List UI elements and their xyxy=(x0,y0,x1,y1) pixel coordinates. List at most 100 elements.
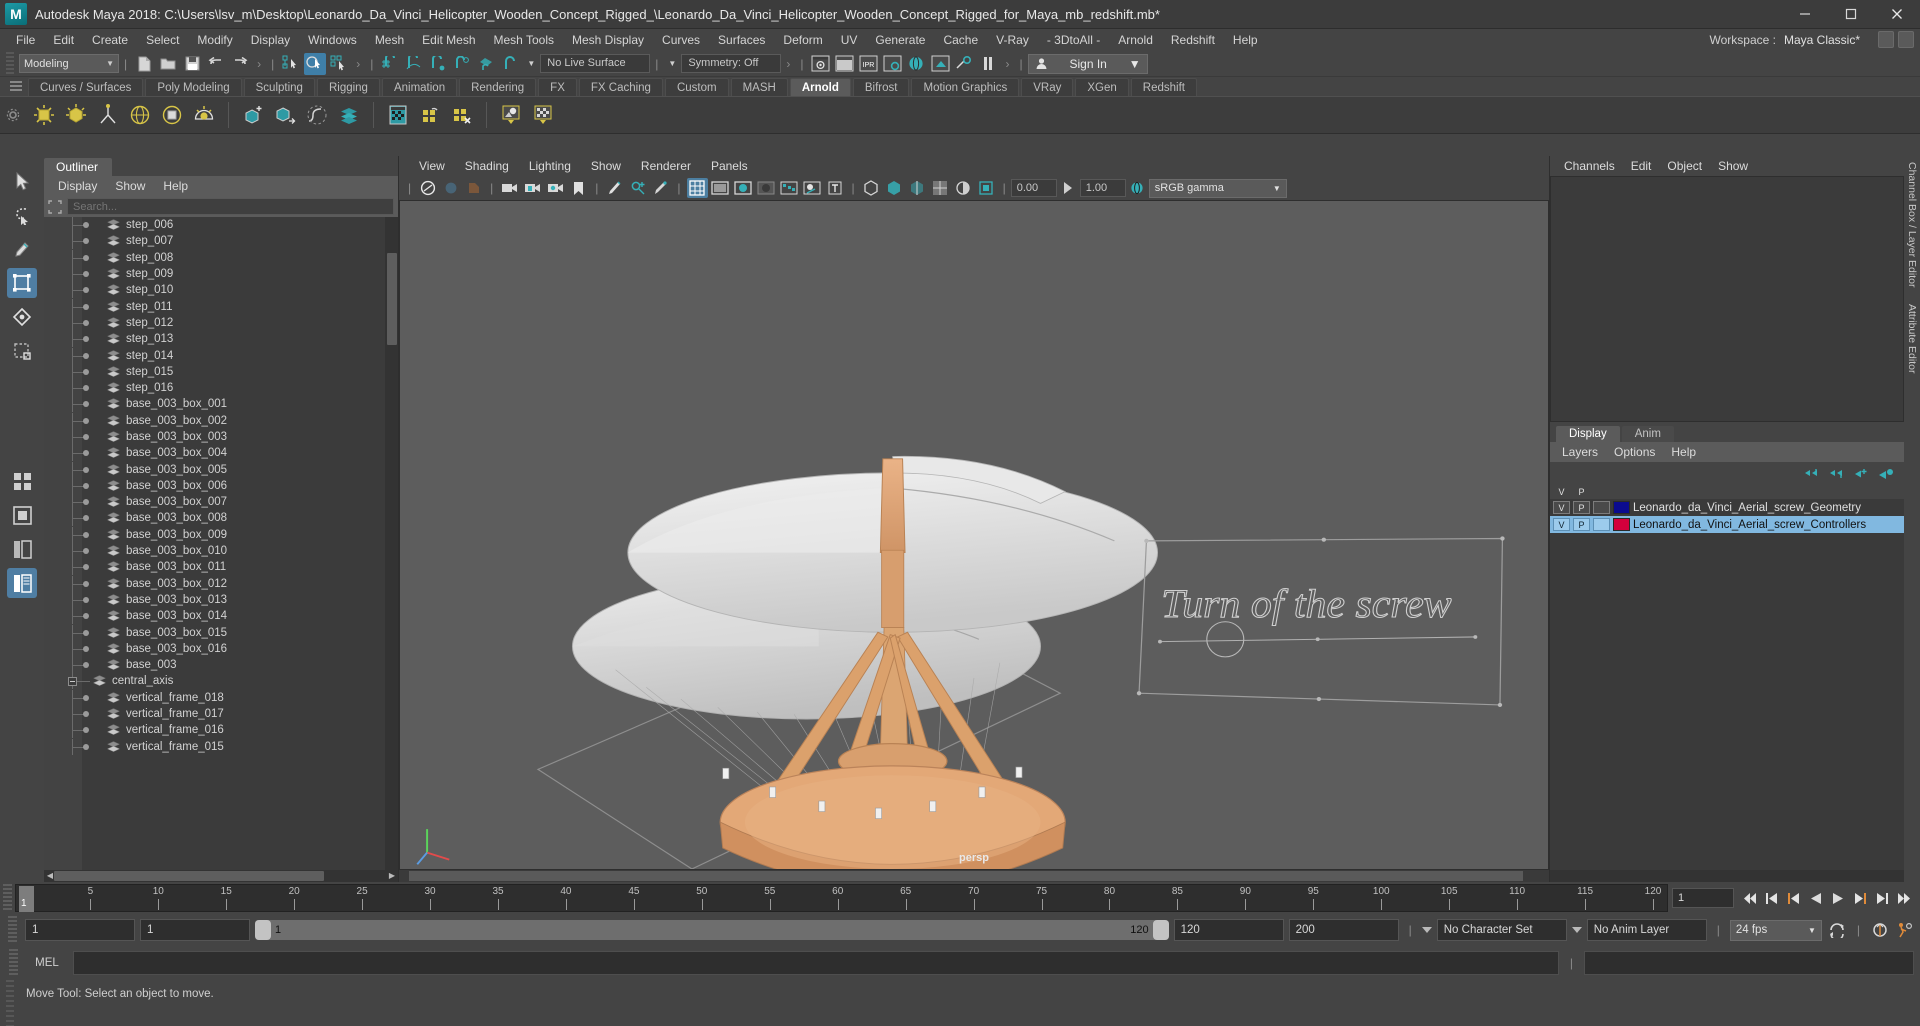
select-by-component-type-button[interactable] xyxy=(328,53,350,75)
layers-menu-help[interactable]: Help xyxy=(1663,442,1704,462)
shelf-tab-custom[interactable]: Custom xyxy=(664,78,729,96)
motion-trails-icon[interactable] xyxy=(953,178,974,198)
snap-to-projected-center-button[interactable] xyxy=(451,53,473,75)
loop-playback-button[interactable] xyxy=(1827,919,1847,941)
viewport-menu-lighting[interactable]: Lighting xyxy=(519,156,581,176)
outliner-item[interactable]: vertical_frame_018 xyxy=(44,689,384,706)
shelf-tab-rendering[interactable]: Rendering xyxy=(459,78,537,96)
scroll-right-arrow-icon[interactable]: ▶ xyxy=(387,871,397,881)
arnold-skydome-light-icon[interactable] xyxy=(125,99,155,131)
arnold-photometric-light-icon[interactable] xyxy=(93,99,123,131)
outliner-item[interactable]: base_003_box_007 xyxy=(44,494,384,511)
command-language-label[interactable]: MEL xyxy=(27,957,67,969)
layers-menu-options[interactable]: Options xyxy=(1606,442,1663,462)
menu-curves[interactable]: Curves xyxy=(653,29,709,51)
range-slider-left-handle[interactable] xyxy=(255,920,271,940)
playback-speed-dropdown[interactable]: 24 fps ▼ xyxy=(1729,919,1822,941)
gamma-field[interactable]: 1.00 xyxy=(1079,179,1126,197)
lock-camera-icon[interactable] xyxy=(440,178,461,198)
redo-previous-render-button[interactable] xyxy=(833,53,855,75)
workspace-save-icon[interactable] xyxy=(1878,31,1894,48)
arnold-delete-tx-icon[interactable] xyxy=(447,99,477,131)
select-camera-icon[interactable] xyxy=(417,178,438,198)
shelf-tab-sculpting[interactable]: Sculpting xyxy=(243,78,315,96)
shelf-tab-motion-graphics[interactable]: Motion Graphics xyxy=(911,78,1020,96)
range-slider[interactable]: 1 120 xyxy=(255,920,1169,940)
outliner-item[interactable]: vertical_frame_015 xyxy=(44,738,384,755)
layer-visibility-toggle[interactable]: V xyxy=(1553,501,1570,514)
lasso-tool-button[interactable] xyxy=(7,200,37,230)
layer-color-swatch[interactable] xyxy=(1613,501,1630,514)
isolate-select-icon[interactable] xyxy=(861,178,882,198)
layout-four-view-button[interactable] xyxy=(7,466,37,496)
shelf-tab-redshift[interactable]: Redshift xyxy=(1130,78,1197,96)
anim-end-time-field[interactable]: 200 xyxy=(1288,919,1399,941)
render-setup-button[interactable] xyxy=(953,53,975,75)
move-tool-button[interactable] xyxy=(7,268,37,298)
outliner-item[interactable]: step_010 xyxy=(44,282,384,299)
range-slider-right-handle[interactable] xyxy=(1152,920,1169,940)
play-backwards-button[interactable] xyxy=(1806,887,1826,909)
save-scene-button[interactable] xyxy=(181,53,203,75)
right-panel-scrollbar[interactable] xyxy=(1550,870,1904,882)
expand-collapse-icon[interactable] xyxy=(68,677,77,687)
outliner-item[interactable]: central_axis xyxy=(44,673,384,690)
menu-display[interactable]: Display xyxy=(242,29,299,51)
channelbox-menu-show[interactable]: Show xyxy=(1710,156,1756,176)
arnold-mesh-light-icon[interactable] xyxy=(61,99,91,131)
shelf-tab-animation[interactable]: Animation xyxy=(381,78,458,96)
open-scene-button[interactable] xyxy=(157,53,179,75)
pause-render-button[interactable] xyxy=(977,53,999,75)
channelbox-menu-edit[interactable]: Edit xyxy=(1623,156,1660,176)
snap-to-curve-button[interactable] xyxy=(403,53,425,75)
channelbox-menu-object[interactable]: Object xyxy=(1659,156,1710,176)
search-input[interactable] xyxy=(67,198,394,215)
snap-to-grid-button[interactable] xyxy=(379,53,401,75)
vertical-label-attribute-editor[interactable]: Attribute Editor xyxy=(1906,304,1918,373)
new-scene-button[interactable] xyxy=(133,53,155,75)
vertical-label-channel-box[interactable]: Channel Box / Layer Editor xyxy=(1906,162,1918,288)
shading-brush-icon[interactable] xyxy=(650,178,671,198)
shelf-tab-xgen[interactable]: XGen xyxy=(1075,78,1129,96)
character-set-menu-icon[interactable] xyxy=(1421,927,1432,933)
color-management-toggle-icon[interactable] xyxy=(1127,178,1148,198)
menu-uv[interactable]: UV xyxy=(832,29,867,51)
shade-all-icon[interactable] xyxy=(733,178,754,198)
outliner-scroll-thumb[interactable] xyxy=(387,253,397,345)
ipr-render-button[interactable]: IPR xyxy=(857,53,879,75)
layer-visibility-toggle[interactable]: V xyxy=(1553,518,1570,531)
paint-select-tool-button[interactable] xyxy=(7,234,37,264)
outliner-item[interactable]: base_003_box_004 xyxy=(44,445,384,462)
textured-shade-icon[interactable] xyxy=(756,178,777,198)
exposure-field[interactable]: 0.00 xyxy=(1010,179,1057,197)
text-overlay-icon[interactable] xyxy=(825,178,846,198)
command-line-grip[interactable] xyxy=(9,949,18,977)
close-button[interactable] xyxy=(1874,0,1920,29)
menu-edit[interactable]: Edit xyxy=(44,29,83,51)
anim-start-time-field[interactable]: 1 xyxy=(25,919,135,941)
range-grip[interactable] xyxy=(8,916,17,944)
smooth-wireframe-icon[interactable] xyxy=(930,178,951,198)
display-layer-list[interactable]: V P Leonardo_da_Vinci_Aerial_screw_Geometr… xyxy=(1550,499,1904,870)
outliner-menu-display[interactable]: Display xyxy=(50,176,105,196)
selection-bracket-icon[interactable] xyxy=(48,199,62,214)
arnold-volume-icon[interactable] xyxy=(334,99,364,131)
shelf-tab-vray[interactable]: VRay xyxy=(1021,78,1074,96)
outliner-item[interactable]: vertical_frame_017 xyxy=(44,706,384,723)
outliner-item[interactable]: base_003_box_013 xyxy=(44,591,384,608)
tab-anim-layers[interactable]: Anim xyxy=(1621,426,1674,442)
live-surface-field[interactable]: No Live Surface xyxy=(540,54,651,73)
menu-select[interactable]: Select xyxy=(137,29,188,51)
menu-vray[interactable]: V-Ray xyxy=(987,29,1038,51)
workspace-settings-icon[interactable] xyxy=(1898,31,1914,48)
menu-surfaces[interactable]: Surfaces xyxy=(709,29,774,51)
outliner-item[interactable]: step_013 xyxy=(44,331,384,348)
menu-arnold[interactable]: Arnold xyxy=(1109,29,1162,51)
move-layer-down-icon[interactable] xyxy=(1828,467,1844,480)
auto-keyframe-toggle-button[interactable] xyxy=(1870,919,1890,941)
rotate-tool-button[interactable] xyxy=(7,302,37,332)
layer-playback-toggle[interactable]: P xyxy=(1573,501,1590,514)
outliner-item[interactable]: step_015 xyxy=(44,363,384,380)
timeline-grip[interactable] xyxy=(3,884,12,912)
command-response-field[interactable] xyxy=(1584,951,1914,975)
